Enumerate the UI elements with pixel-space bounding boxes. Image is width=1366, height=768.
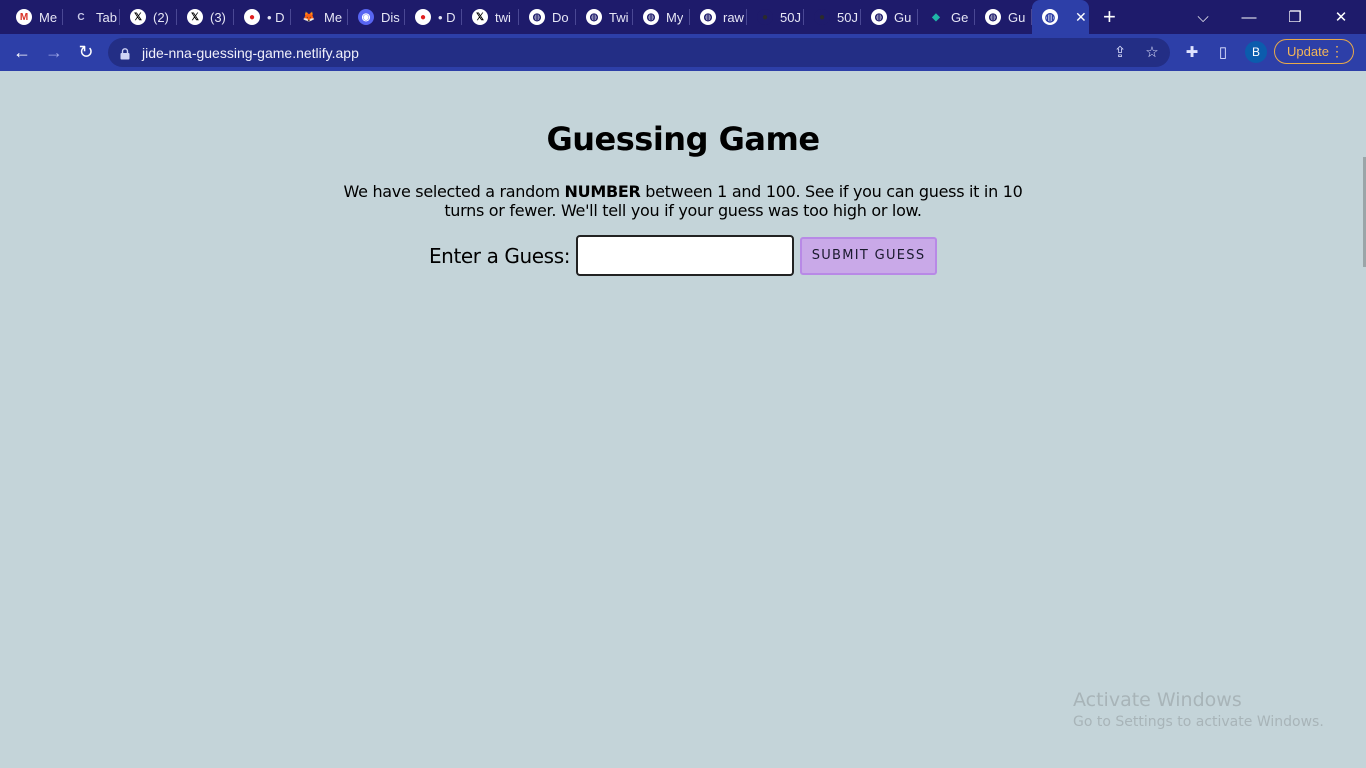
activate-windows-watermark: Activate Windows Go to Settings to activ…: [1073, 689, 1324, 730]
guess-input[interactable]: [576, 235, 795, 276]
globe-icon: ◍: [643, 9, 659, 25]
tab-4[interactable]: 𝕏 (3): [177, 0, 234, 34]
tab-title: Tab: [96, 9, 117, 25]
tab-title: (3): [210, 9, 226, 25]
x-logo-icon: 𝕏: [472, 9, 488, 25]
tab-13[interactable]: ◍ raw: [690, 0, 747, 34]
browser-tab-strip: M Me C Tab 𝕏 (2) 𝕏 (3) ● • D 🦊 Me ◉ Dis ● • D 𝕏twi ◍ Do ◍ Tw…: [0, 0, 1366, 34]
tab-loading-icon: C: [77, 11, 85, 23]
tab-16[interactable]: ◍ Gu: [861, 0, 918, 34]
tab-title: Do: [552, 9, 569, 25]
tab-title: Me: [324, 9, 343, 25]
tab-title: • D: [438, 9, 456, 25]
tab-1[interactable]: M Me: [6, 0, 63, 34]
tab-active[interactable]: ◍ ✕: [1032, 0, 1089, 34]
submit-guess-button[interactable]: SUBMIT GUESS: [800, 236, 938, 275]
tab-search-icon[interactable]: ⌵: [1180, 0, 1226, 34]
restore-icon[interactable]: ❐: [1272, 0, 1318, 34]
tab-title: 50J: [837, 9, 858, 25]
intro-text: We have selected a random NUMBER between…: [343, 182, 1023, 220]
tab-title: raw: [723, 9, 744, 25]
tab-list: M Me C Tab 𝕏 (2) 𝕏 (3) ● • D 🦊 Me ◉ Dis ● • D 𝕏twi ◍ Do ◍ Tw…: [6, 0, 1032, 34]
tab-7[interactable]: ◉ Dis: [348, 0, 405, 34]
address-bar[interactable]: jide-nna-guessing-game.netlify.app: [108, 38, 1170, 67]
tab-9[interactable]: 𝕏twi: [462, 0, 519, 34]
tab-11[interactable]: ◍ Twi: [576, 0, 633, 34]
tab-14[interactable]: ● 50J: [747, 0, 804, 34]
tab-3[interactable]: 𝕏 (2): [120, 0, 177, 34]
tab-title: 50J: [780, 9, 801, 25]
intro-text-bold: NUMBER: [564, 182, 641, 201]
tab-18[interactable]: ◍ Gu: [975, 0, 1032, 34]
minimize-icon[interactable]: —: [1226, 0, 1272, 34]
tab-title: (2): [153, 9, 169, 25]
tab-title: twi: [495, 9, 511, 25]
tab-10[interactable]: ◍ Do: [519, 0, 576, 34]
lock-icon: [120, 47, 130, 60]
tab-title: Dis: [381, 9, 400, 25]
menu-dots-icon[interactable]: ⋮: [1330, 43, 1344, 60]
gmail-icon: M: [16, 9, 32, 25]
bookmark-star-icon[interactable]: ☆: [1142, 42, 1162, 62]
tab-title: Twi: [609, 9, 629, 25]
url-text[interactable]: jide-nna-guessing-game.netlify.app: [142, 45, 359, 61]
reload-icon[interactable]: ↻: [73, 39, 99, 65]
globe-icon: ◍: [985, 9, 1001, 25]
watermark-subtitle: Go to Settings to activate Windows.: [1073, 714, 1324, 730]
guess-label: Enter a Guess:: [428, 243, 571, 268]
x-logo-icon: 𝕏: [187, 9, 203, 25]
globe-icon: ◍: [586, 9, 602, 25]
red-notification-icon: ●: [244, 9, 260, 25]
x-logo-icon: 𝕏: [130, 9, 146, 25]
globe-icon: ◍: [871, 9, 887, 25]
tab-17[interactable]: ◆ Ge: [918, 0, 975, 34]
share-icon[interactable]: ⇪: [1110, 42, 1130, 62]
tab-5[interactable]: ● • D: [234, 0, 291, 34]
tab-title: My: [666, 9, 684, 25]
update-button[interactable]: Update ⋮: [1274, 39, 1354, 64]
tab-2[interactable]: C Tab: [63, 0, 120, 34]
back-icon[interactable]: ←: [9, 39, 35, 65]
tab-15[interactable]: ● 50J: [804, 0, 861, 34]
new-tab-button[interactable]: +: [1103, 0, 1116, 34]
github-icon: ●: [814, 9, 830, 25]
globe-icon: ◍: [529, 9, 545, 25]
discord-icon: ◉: [358, 9, 374, 25]
github-icon: ●: [757, 9, 773, 25]
teal-diamond-icon: ◆: [932, 11, 940, 23]
side-panel-icon[interactable]: ▯: [1213, 42, 1233, 62]
window-close-icon[interactable]: ✕: [1318, 0, 1364, 34]
intro-text-start: We have selected a random: [343, 182, 565, 201]
close-tab-icon[interactable]: ✕: [1075, 9, 1087, 26]
extensions-icon[interactable]: ✚: [1182, 42, 1202, 62]
globe-icon: ◍: [1042, 9, 1058, 25]
watermark-title: Activate Windows: [1073, 689, 1242, 711]
red-notification-icon: ●: [415, 9, 431, 25]
tab-title: Gu: [894, 9, 912, 25]
forward-icon[interactable]: →: [41, 39, 67, 65]
profile-avatar[interactable]: B: [1245, 41, 1267, 63]
tab-8[interactable]: ● • D: [405, 0, 462, 34]
page-title: Guessing Game: [546, 120, 820, 158]
tab-title: Me: [39, 9, 58, 25]
tab-title: Gu: [1008, 9, 1026, 25]
globe-icon: ◍: [700, 9, 716, 25]
update-label: Update: [1287, 44, 1329, 59]
tab-12[interactable]: ◍ My: [633, 0, 690, 34]
tab-title: Ge: [951, 9, 969, 25]
metamask-fox-icon: 🦊: [302, 11, 316, 23]
tab-6[interactable]: 🦊 Me: [291, 0, 348, 34]
guess-form: Enter a Guess: SUBMIT GUESS: [0, 235, 1366, 276]
tab-title: • D: [267, 9, 285, 25]
